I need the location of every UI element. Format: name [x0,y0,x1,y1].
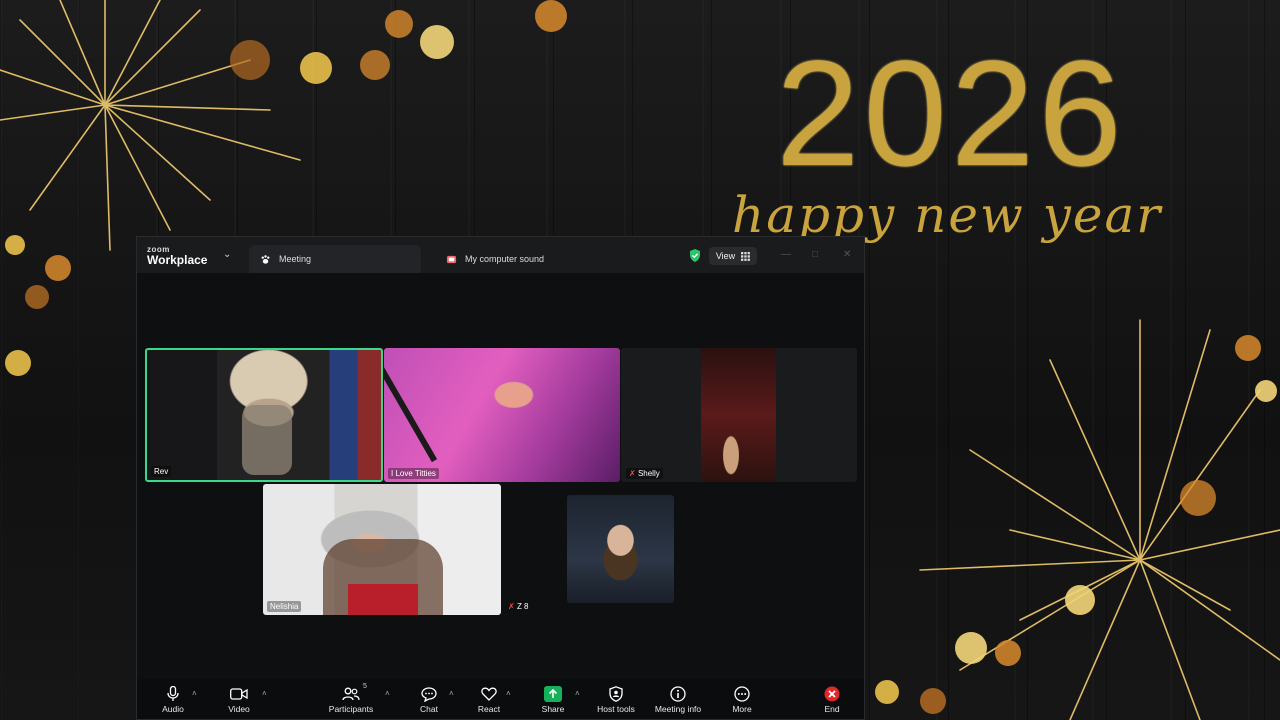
video-camera-icon [230,688,248,700]
bokeh-light [300,52,332,84]
bokeh-light [45,255,71,281]
bokeh-light [920,688,946,714]
participant-video [701,348,776,482]
bokeh-light [875,680,899,704]
participants-count: 5 [363,683,367,690]
bokeh-light [535,0,567,32]
logo-bottom-text: Workplace [147,253,208,267]
zoom-meeting-window: zoom Workplace ⌄ Meeting My computer sou… [136,236,865,720]
participants-label: Participants [328,704,374,714]
zoom-workplace-logo[interactable]: zoom Workplace [147,246,208,267]
video-tile-rev[interactable]: Rev [145,348,383,482]
shield-check-icon[interactable] [689,249,701,262]
bokeh-light [1235,335,1261,361]
video-tile-bearded-man[interactable] [567,495,674,603]
react-label: React [477,704,501,714]
meeting-info-label: Meeting info [654,704,702,714]
tab-label: Meeting [279,254,312,264]
video-tile-z8[interactable]: ✗ Z 8 [501,597,541,615]
info-icon [670,686,686,702]
video-options-caret[interactable]: ˄ [262,689,267,698]
paw-icon [259,253,271,265]
more-button[interactable]: More [712,685,772,714]
react-options-caret[interactable]: ˄ [506,689,511,698]
tab-computer-sound[interactable]: My computer sound [435,245,615,273]
participant-video [242,405,292,475]
end-call-icon [824,686,840,702]
chat-options-caret[interactable]: ˄ [449,689,454,698]
bokeh-light [1180,480,1216,516]
participants-options-caret[interactable]: ˄ [385,689,390,698]
speaker-icon [445,253,457,265]
bokeh-light [1065,585,1095,615]
share-options-caret[interactable]: ˄ [575,689,580,698]
participant-name: I Love Titties [388,468,439,479]
view-button[interactable]: View [709,247,757,265]
participant-video [348,584,418,615]
tab-label: My computer sound [465,254,545,264]
tab-meeting[interactable]: Meeting [249,245,421,273]
host-tools-button[interactable]: Host tools [586,685,646,714]
title-bar: zoom Workplace ⌄ Meeting My computer sou… [137,237,864,273]
meeting-info-button[interactable]: Meeting info [648,685,708,714]
audio-options-caret[interactable]: ˄ [192,689,197,698]
participants-icon [342,687,360,701]
chevron-down-icon[interactable]: ⌄ [223,249,231,260]
video-button[interactable]: Video [209,685,269,714]
bokeh-light [25,285,49,309]
bokeh-light [385,10,413,38]
minimize-icon[interactable]: — [781,249,791,260]
end-label: End [824,704,840,714]
bokeh-light [5,350,31,376]
video-tile-i-love-titties[interactable]: I Love Titties [384,348,620,482]
participant-name: ✗ Z 8 [508,602,529,611]
chat-icon [421,686,437,702]
grid-icon [741,251,751,261]
heart-icon [481,687,497,701]
video-tile-shelly[interactable]: ✗ Shelly [621,348,857,482]
audio-label: Audio [162,704,184,714]
share-screen-icon [544,686,562,702]
more-icon [734,686,750,702]
bokeh-light [5,235,25,255]
participants-button[interactable]: Participants [321,685,381,714]
bokeh-light [420,25,454,59]
bokeh-light [955,632,987,664]
year-heading: 2026 [776,29,1126,197]
share-label: Share [541,704,565,714]
video-label: Video [228,704,250,714]
view-label: View [715,251,736,261]
muted-mic-icon: ✗ [629,469,636,478]
shield-icon [609,686,623,702]
close-icon[interactable]: ✕ [843,249,851,260]
bokeh-light [230,40,270,80]
microphone-stand [384,363,438,463]
muted-mic-icon: ✗ [508,602,515,611]
more-label: More [732,704,752,714]
microphone-icon [167,686,179,701]
chat-label: Chat [420,704,438,714]
participant-name: ✗ Shelly [626,468,663,479]
meeting-toolbar: Audio ˄ Video ˄ Participants 5 ˄ Chat ˄ … [137,679,864,719]
host-tools-label: Host tools [597,704,635,714]
video-tile-nelishia[interactable]: Nelishia [263,484,501,615]
bokeh-light [995,640,1021,666]
share-button[interactable]: Share [523,685,583,714]
participant-name: Rev [151,466,172,477]
maximize-icon[interactable]: □ [812,249,818,260]
participant-name: Nelishia [267,601,302,612]
bokeh-light [1255,380,1277,402]
bokeh-light [360,50,390,80]
end-button[interactable]: End [802,685,862,714]
firework-top-left [0,0,301,251]
